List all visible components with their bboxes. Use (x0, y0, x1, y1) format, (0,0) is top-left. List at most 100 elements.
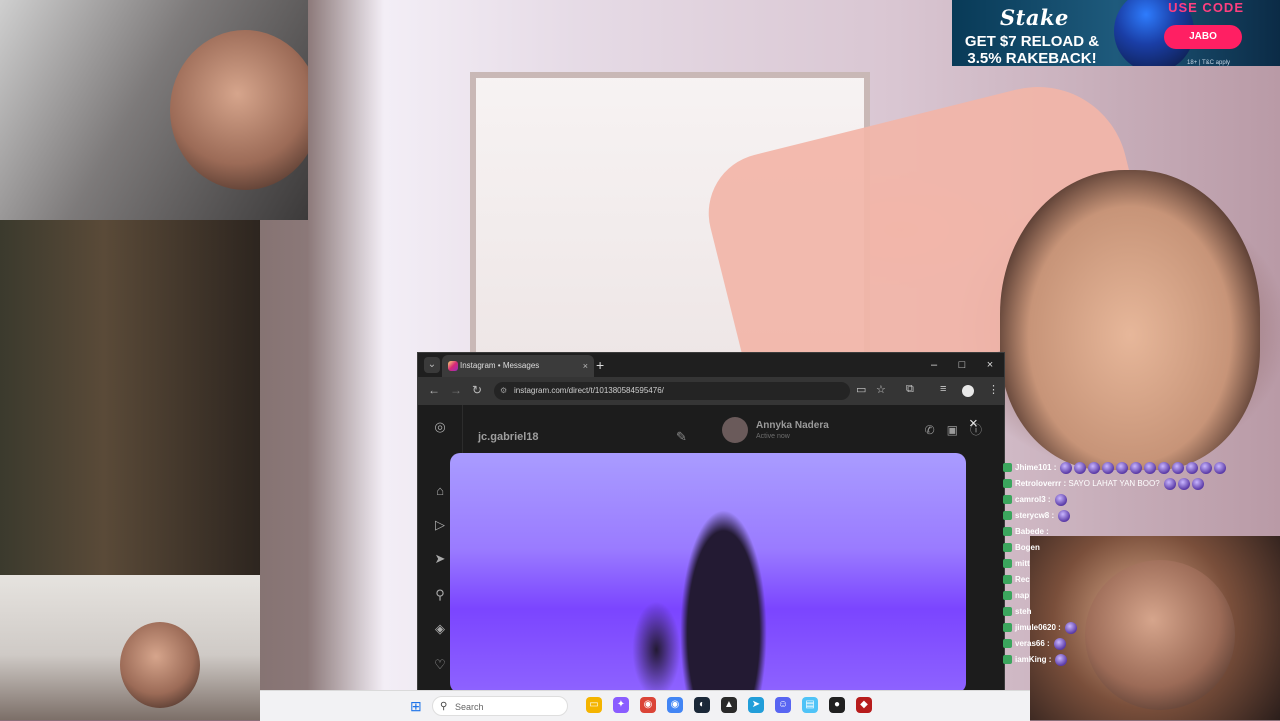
phone-icon[interactable]: ✆ (925, 423, 935, 437)
emote-icon (1172, 461, 1185, 474)
tab-title: Instagram • Messages (460, 361, 540, 370)
chat-emotes (1054, 492, 1069, 507)
compose-icon[interactable]: ✎ (676, 429, 687, 445)
shared-photo[interactable] (450, 453, 966, 693)
browser-window: ⌄ Instagram • Messages × + – □ × ← → ↻ ⚙… (417, 352, 1005, 693)
chat-username[interactable]: veras66 : (1015, 639, 1050, 648)
url-text: instagram.com/direct/t/101380584595476/ (514, 386, 664, 395)
chat-username[interactable]: Bogen (1015, 543, 1040, 552)
chat-message: veras66 : (1003, 636, 1268, 652)
direct-icon[interactable]: ➤ (431, 551, 449, 569)
instagram-logo-icon[interactable]: ◎ (431, 419, 449, 437)
close-window-icon[interactable]: × (976, 353, 1004, 377)
forward-icon[interactable]: → (450, 383, 462, 397)
new-tab-icon[interactable]: + (596, 353, 604, 377)
more-icon[interactable]: ⋮ (988, 383, 999, 396)
emote-icon (1214, 461, 1227, 474)
chat-username[interactable]: steh (1015, 607, 1031, 616)
telegram-icon[interactable]: ➤ (748, 697, 764, 713)
chat-username[interactable]: Jhime101 : (1015, 463, 1056, 472)
chat-username[interactable]: Rec (1015, 575, 1030, 584)
sponsor-banner[interactable]: Stake GET $7 RELOAD & 3.5% RAKEBACK! USE… (952, 0, 1280, 66)
instagram-favicon-icon (448, 361, 458, 371)
maximize-icon[interactable]: □ (948, 353, 976, 377)
chat-message: camrol3 : (1003, 492, 1268, 508)
chat-badge-icon (1003, 575, 1012, 585)
start-menu-icon[interactable]: ⊞ (410, 698, 422, 715)
chat-username[interactable]: iamKing : (1015, 655, 1051, 664)
reload-icon[interactable]: ↻ (472, 383, 482, 397)
epic-games-icon[interactable]: ▲ (721, 697, 737, 713)
back-icon[interactable]: ← (428, 383, 440, 397)
chat-message: sterycw8 : (1003, 508, 1268, 524)
star-icon[interactable]: ☆ (876, 383, 886, 396)
chat-message: jimule0620 : (1003, 620, 1268, 636)
emote-icon (1088, 461, 1101, 474)
ad-offer-line2: 3.5% RAKEBACK! (967, 50, 1097, 66)
chat-username[interactable]: Babede : (1015, 527, 1049, 536)
media-viewer-close-icon[interactable]: × (969, 415, 978, 432)
chat-username[interactable]: sterycw8 : (1015, 511, 1054, 520)
chat-username[interactable]: Retroloverrr : (1015, 479, 1066, 488)
chat-emotes (1053, 636, 1068, 651)
peer-status: Active now (756, 433, 790, 440)
emote-icon (1054, 493, 1067, 506)
ad-fine-print: 18+ | T&C apply (1187, 60, 1230, 66)
taskbar-search-input[interactable]: ⚲ Search (432, 696, 568, 716)
chat-username[interactable]: mitt (1015, 559, 1030, 568)
search-icon[interactable]: ⚲ (431, 587, 449, 605)
chat-badge-icon (1003, 495, 1012, 505)
chat-badge-icon (1003, 463, 1012, 473)
guest-webcam-face (1000, 170, 1260, 470)
emote-icon (1074, 461, 1087, 474)
video-icon[interactable]: ▣ (947, 423, 958, 437)
obs-icon[interactable]: ● (829, 697, 845, 713)
peer-avatar[interactable] (722, 417, 748, 443)
emote-icon (1200, 461, 1213, 474)
emote-icon (1177, 477, 1190, 490)
copilot-icon[interactable]: ✦ (613, 697, 629, 713)
ad-use-code-label: USE CODE (1168, 0, 1244, 15)
heart-icon[interactable]: ♡ (431, 657, 449, 675)
chat-message: nap (1003, 588, 1268, 604)
reels-icon[interactable]: ▷ (431, 517, 449, 535)
cast-icon[interactable]: ▭ (856, 383, 866, 396)
extensions-icon[interactable]: ⧉ (906, 383, 914, 396)
peer-name[interactable]: Annyka Nadera (756, 420, 829, 431)
ad-code-pill[interactable]: JABO (1164, 25, 1242, 49)
site-info-icon[interactable]: ⚙ (500, 382, 507, 400)
chrome-profile-icon[interactable]: ◉ (667, 697, 683, 713)
emote-icon (1053, 637, 1066, 650)
url-field[interactable]: ⚙ instagram.com/direct/t/101380584595476… (494, 382, 850, 400)
tab-instagram-messages[interactable]: Instagram • Messages × (442, 355, 594, 377)
chat-badge-icon (1003, 559, 1012, 569)
chat-username[interactable]: jimule0620 : (1015, 623, 1061, 632)
home-icon[interactable]: ⌂ (431, 483, 449, 501)
tab-close-icon[interactable]: × (583, 355, 588, 377)
tab-search-icon[interactable]: ⌄ (424, 357, 440, 373)
steam-icon[interactable]: ◐ (694, 697, 710, 713)
chat-emotes (1064, 620, 1079, 635)
dota-icon[interactable]: ◆ (856, 697, 872, 713)
chat-emotes (1055, 652, 1069, 667)
account-username[interactable]: jc.gabriel18 (478, 431, 539, 443)
minimize-icon[interactable]: – (920, 353, 948, 377)
chat-username[interactable]: camrol3 : (1015, 495, 1051, 504)
ad-brand: Stake (1000, 5, 1069, 30)
chat-badge-icon (1003, 511, 1012, 521)
media-control-icon[interactable]: ≡ (940, 383, 946, 395)
file-explorer-icon[interactable]: ▭ (586, 697, 602, 713)
emote-icon (1130, 461, 1143, 474)
profile-avatar-icon[interactable] (962, 385, 974, 397)
chrome-icon[interactable]: ◉ (640, 697, 656, 713)
chat-username[interactable]: nap (1015, 591, 1029, 600)
chat-message: mitt (1003, 556, 1268, 572)
discord-icon[interactable]: ☺ (775, 697, 791, 713)
chat-badge-icon (1003, 655, 1012, 665)
chat-message: iamKing : (1003, 652, 1268, 668)
explore-icon[interactable]: ◈ (431, 621, 449, 639)
emote-icon (1186, 461, 1199, 474)
emote-icon (1158, 461, 1171, 474)
emote-icon (1191, 477, 1204, 490)
notepad-icon[interactable]: ▤ (802, 697, 818, 713)
